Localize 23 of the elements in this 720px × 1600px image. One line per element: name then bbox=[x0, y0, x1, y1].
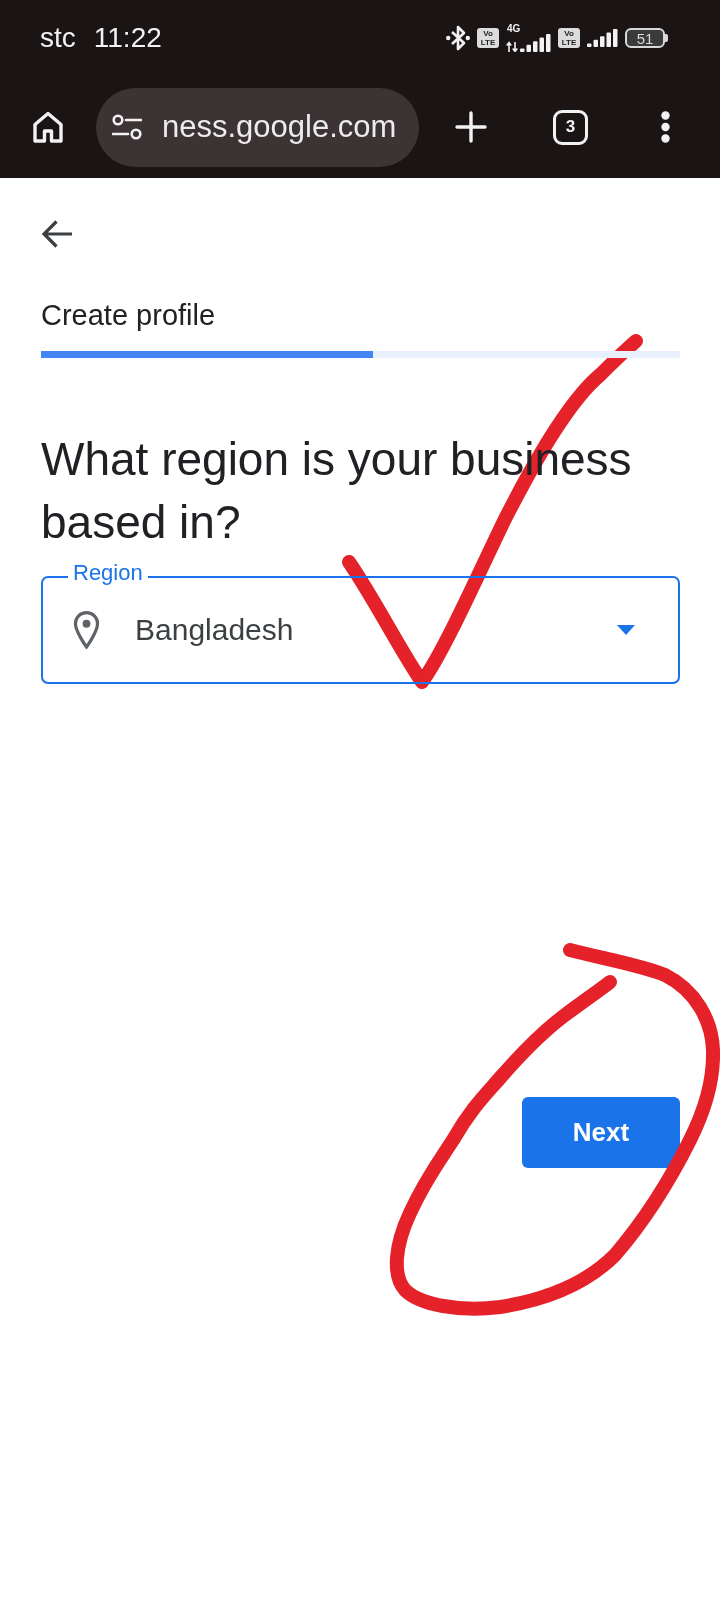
url-text: ness.google.com bbox=[162, 109, 397, 145]
dropdown-value: Bangladesh bbox=[135, 612, 294, 648]
tune-icon[interactable] bbox=[112, 114, 142, 140]
signal-icon bbox=[587, 29, 618, 47]
address-bar[interactable]: ness.google.com bbox=[96, 87, 419, 167]
carrier-name: stc bbox=[40, 22, 76, 54]
page-title: Create profile bbox=[41, 298, 217, 333]
next-button[interactable]: Next bbox=[522, 1097, 680, 1168]
network-type-label: 4G bbox=[507, 24, 521, 34]
location-pin-icon bbox=[73, 611, 100, 649]
tab-switcher-button[interactable]: 3 bbox=[553, 109, 588, 145]
volte-badge: Vo LTE bbox=[558, 28, 580, 48]
signal-icon bbox=[506, 34, 551, 52]
plus-icon[interactable] bbox=[455, 111, 487, 143]
clock-time: 11:22 bbox=[93, 22, 162, 54]
volte-badge: Vo LTE bbox=[477, 28, 499, 48]
home-icon[interactable] bbox=[32, 111, 64, 143]
back-arrow-icon[interactable] bbox=[41, 218, 73, 250]
field-label: Region bbox=[68, 561, 148, 585]
battery-indicator: 51 bbox=[625, 28, 668, 48]
bluetooth-icon bbox=[446, 24, 470, 52]
more-options-icon[interactable] bbox=[661, 111, 670, 143]
dropdown-caret-icon[interactable] bbox=[617, 625, 635, 635]
